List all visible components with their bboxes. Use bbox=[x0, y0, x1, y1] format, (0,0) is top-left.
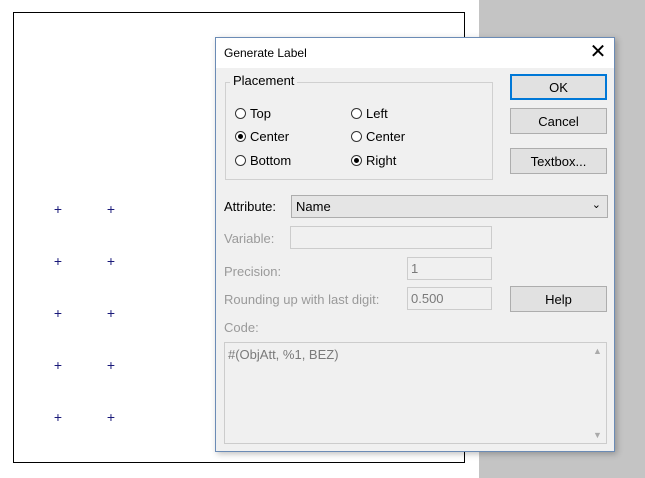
grid-marker: + bbox=[53, 409, 63, 425]
radio-right[interactable]: Right bbox=[351, 153, 396, 168]
dialog-titlebar[interactable]: Generate Label ✕ bbox=[216, 38, 614, 68]
grid-marker: + bbox=[106, 409, 116, 425]
code-label: Code: bbox=[224, 320, 259, 335]
ok-button[interactable]: OK bbox=[510, 74, 607, 100]
code-value: #(ObjAtt, %1, BEZ) bbox=[228, 347, 339, 362]
attribute-label: Attribute: bbox=[224, 199, 277, 214]
chevron-down-icon: ⌄ bbox=[591, 199, 601, 211]
precision-label: Precision: bbox=[224, 264, 282, 279]
rounding-label: Rounding up with last digit: bbox=[224, 292, 380, 307]
precision-field[interactable]: 1 bbox=[407, 257, 492, 280]
code-textarea[interactable]: #(ObjAtt, %1, BEZ) ▲ ▼ bbox=[224, 342, 607, 444]
attribute-value: Name bbox=[296, 199, 331, 214]
radio-center-vertical[interactable]: Center bbox=[235, 129, 289, 144]
radio-label: Bottom bbox=[250, 153, 292, 168]
radio-label: Center bbox=[366, 129, 406, 144]
radio-circle bbox=[351, 155, 362, 166]
placement-group-title: Placement bbox=[230, 73, 298, 88]
code-scrollbar[interactable]: ▲ ▼ bbox=[590, 343, 606, 443]
radio-circle bbox=[235, 108, 246, 119]
precision-value: 1 bbox=[411, 261, 419, 276]
help-button[interactable]: Help bbox=[510, 286, 607, 312]
grid-marker: + bbox=[53, 305, 63, 321]
cancel-button[interactable]: Cancel bbox=[510, 108, 607, 134]
radio-left[interactable]: Left bbox=[351, 106, 388, 121]
grid-marker: + bbox=[106, 201, 116, 217]
grid-marker: + bbox=[53, 253, 63, 269]
rounding-field[interactable]: 0.500 bbox=[407, 287, 492, 310]
radio-label: Left bbox=[366, 106, 388, 121]
radio-center-horizontal[interactable]: Center bbox=[351, 129, 405, 144]
grid-marker: + bbox=[53, 201, 63, 217]
generate-label-dialog: Generate Label ✕ Placement Top Center Bo… bbox=[215, 37, 615, 452]
radio-circle bbox=[235, 155, 246, 166]
radio-circle bbox=[351, 131, 362, 142]
grid-marker: + bbox=[53, 357, 63, 373]
radio-label: Center bbox=[250, 129, 290, 144]
textbox-button[interactable]: Textbox... bbox=[510, 148, 607, 174]
dialog-title: Generate Label bbox=[224, 46, 307, 60]
attribute-select[interactable]: Name ⌄ bbox=[291, 195, 608, 218]
radio-bottom[interactable]: Bottom bbox=[235, 153, 291, 168]
variable-field[interactable] bbox=[290, 226, 492, 249]
radio-circle bbox=[235, 131, 246, 142]
rounding-value: 0.500 bbox=[411, 291, 444, 306]
radio-label: Top bbox=[250, 106, 271, 121]
variable-label: Variable: bbox=[224, 231, 275, 246]
close-icon[interactable]: ✕ bbox=[586, 41, 610, 65]
scroll-down-icon[interactable]: ▼ bbox=[593, 430, 602, 440]
grid-marker: + bbox=[106, 253, 116, 269]
radio-top[interactable]: Top bbox=[235, 106, 271, 121]
grid-marker: + bbox=[106, 357, 116, 373]
radio-circle bbox=[351, 108, 362, 119]
scroll-up-icon[interactable]: ▲ bbox=[593, 346, 602, 356]
grid-marker: + bbox=[106, 305, 116, 321]
radio-label: Right bbox=[366, 153, 397, 168]
